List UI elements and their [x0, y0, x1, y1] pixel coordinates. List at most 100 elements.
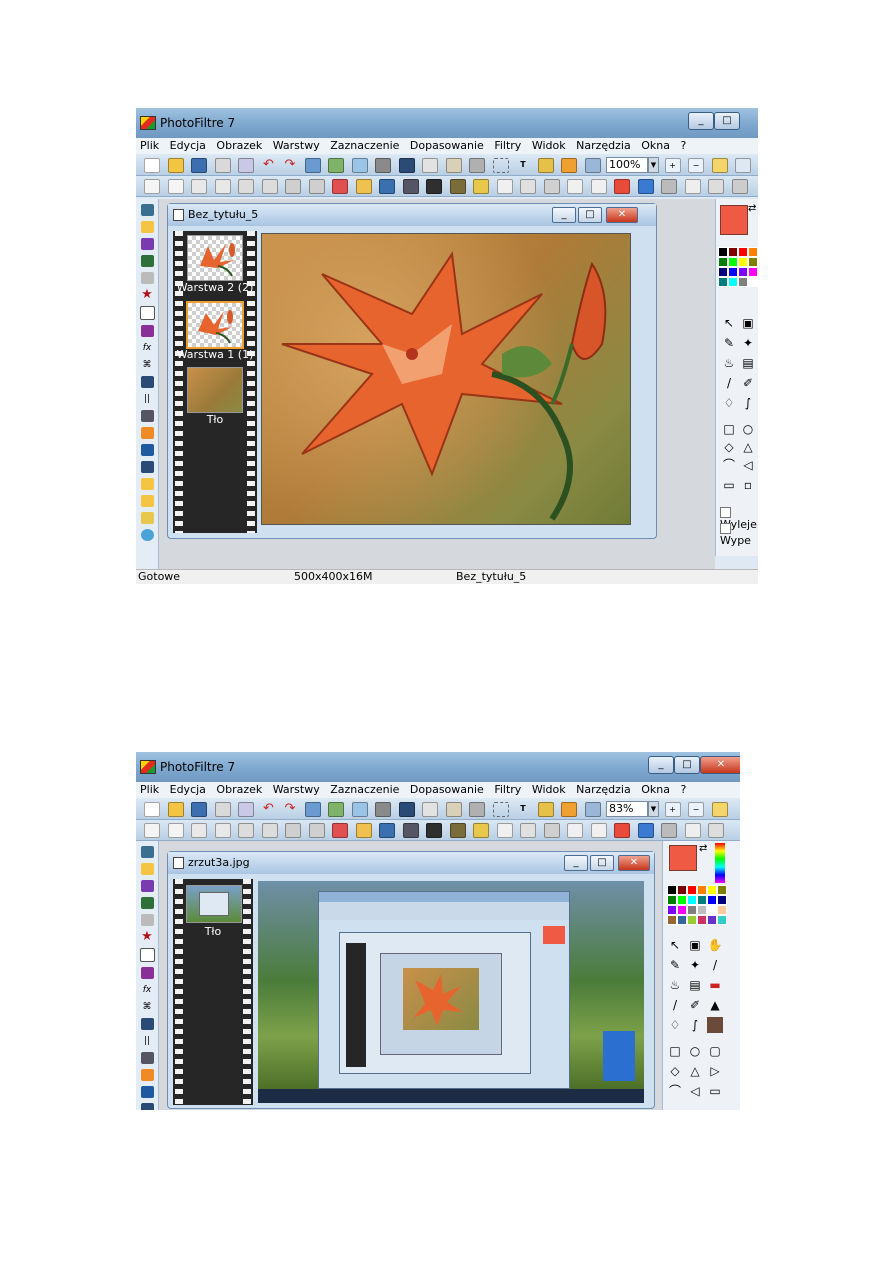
zoom-dropdown-icon[interactable]: ▼	[648, 801, 659, 817]
fit-window-icon[interactable]	[711, 802, 728, 817]
explorer-icon[interactable]	[140, 863, 154, 875]
copy-icon[interactable]	[304, 802, 321, 817]
red-filter-icon[interactable]	[614, 823, 630, 838]
doc-maximize-button[interactable]: □	[590, 855, 614, 871]
menu-widok[interactable]: Widok	[532, 783, 566, 796]
histogram-icon[interactable]	[379, 823, 395, 838]
swap-colors-icon[interactable]: ⇄	[748, 203, 756, 214]
zoom-in-icon[interactable]: +	[664, 158, 681, 173]
rectangle-tool-icon[interactable]: □	[667, 1043, 683, 1059]
red-filter-icon[interactable]	[614, 179, 630, 194]
gradient-icon[interactable]	[140, 325, 154, 337]
contrast-up-icon[interactable]	[238, 179, 254, 194]
drop-tool-icon[interactable]: ♢	[721, 395, 737, 411]
maximize-button[interactable]: □	[714, 112, 740, 130]
texture-icon[interactable]	[661, 179, 677, 194]
image-canvas-desktop-screenshot[interactable]	[258, 881, 644, 1103]
pattern-checkbox-row[interactable]: Wype	[720, 521, 758, 547]
pattern-icon[interactable]: ⌘	[141, 359, 154, 371]
texture-icon[interactable]	[661, 823, 677, 838]
eraser-icon[interactable]: ▬	[707, 977, 723, 993]
auto-contrast-icon[interactable]	[167, 179, 184, 194]
zoom-dropdown-icon[interactable]: ▼	[648, 157, 659, 173]
color-palette[interactable]	[718, 247, 758, 287]
minimize-button[interactable]: _	[688, 112, 714, 130]
triangle-tool-icon[interactable]: △	[740, 439, 756, 455]
mirror-icon[interactable]	[708, 179, 724, 194]
polygon-tool-icon[interactable]: ◁	[740, 457, 756, 473]
sepia-icon[interactable]	[449, 823, 466, 838]
batch-icon[interactable]	[140, 914, 154, 926]
hue-strip[interactable]	[715, 843, 725, 883]
auto-contrast-icon[interactable]	[167, 823, 184, 838]
frame-icon[interactable]	[637, 823, 654, 838]
sharpen-icon[interactable]	[543, 179, 560, 194]
html-save-icon[interactable]	[140, 1018, 154, 1030]
move-tool-icon[interactable]: ▣	[687, 937, 703, 953]
smudge-icon[interactable]: ∫	[740, 395, 756, 411]
frame-icon[interactable]	[637, 179, 654, 194]
paste-icon[interactable]	[328, 158, 344, 173]
background-layer-thumbnail[interactable]	[186, 885, 242, 923]
flip-icon[interactable]	[684, 823, 701, 838]
pointer-tool-icon[interactable]: ↖	[721, 315, 737, 331]
image-canvas[interactable]	[261, 233, 631, 525]
ellipse-tool-icon[interactable]: ○	[740, 421, 756, 437]
menu-dopasowanie[interactable]: Dopasowanie	[410, 139, 484, 152]
layer-thumbnail[interactable]	[187, 235, 243, 281]
menu-filtry[interactable]: Filtry	[494, 783, 521, 796]
magic-wand-icon[interactable]: ✦	[740, 335, 756, 351]
maximize-button[interactable]: □	[674, 756, 700, 774]
color-picker-icon[interactable]	[140, 238, 154, 250]
brightness-up-icon[interactable]	[191, 823, 207, 838]
rectangle-tool-icon[interactable]: □	[721, 421, 737, 437]
doc-close-button[interactable]: ✕	[618, 855, 650, 871]
drop-tool-icon[interactable]: ♢	[667, 1017, 683, 1033]
diamond-tool-icon[interactable]: ◇	[721, 439, 737, 455]
lasso-tool-icon[interactable]: ⌒	[667, 1083, 683, 1099]
brush-icon[interactable]: /	[721, 375, 737, 391]
move-tool-icon[interactable]: ▣	[740, 315, 756, 331]
zoom-field[interactable]: 100%	[606, 157, 648, 173]
hand-tool-icon[interactable]: ✋	[707, 937, 723, 953]
effects-icon[interactable]	[561, 158, 577, 173]
sharpen-icon[interactable]	[543, 823, 560, 838]
spray-icon[interactable]: ▤	[740, 355, 756, 371]
zoom-out-icon[interactable]: −	[688, 158, 704, 173]
background-layer-thumbnail[interactable]	[187, 367, 243, 413]
mosaic-icon[interactable]	[473, 179, 489, 194]
menu-warstwy[interactable]: Warstwy	[273, 783, 320, 796]
menu-narzedzia[interactable]: Narzędzia	[576, 783, 631, 796]
calculator-icon[interactable]	[140, 204, 154, 216]
menu-help[interactable]: ?	[680, 783, 686, 796]
menu-edycja[interactable]: Edycja	[170, 139, 206, 152]
smudge-icon[interactable]: ∫	[687, 1017, 703, 1033]
redo-icon[interactable]: ↷	[283, 802, 297, 815]
open-folder-icon[interactable]	[167, 802, 184, 817]
menu-okna[interactable]: Okna	[641, 783, 670, 796]
zoom-in-icon[interactable]: +	[664, 802, 681, 817]
globe-icon[interactable]	[140, 529, 154, 541]
drop-icon[interactable]	[567, 823, 583, 838]
contrast-down-icon[interactable]	[261, 179, 278, 194]
star-icon[interactable]: ★	[141, 288, 154, 301]
contrast-up-icon[interactable]	[238, 823, 254, 838]
html-save-icon[interactable]	[140, 376, 154, 388]
fullscreen-icon[interactable]	[584, 802, 601, 817]
sepia-icon[interactable]	[449, 179, 466, 194]
print-icon[interactable]	[214, 158, 231, 173]
foreground-color-swatch[interactable]	[720, 205, 748, 235]
saturation-down-icon[interactable]	[308, 179, 325, 194]
fit-window-icon[interactable]	[711, 158, 728, 173]
explorer-icon[interactable]	[140, 221, 154, 233]
mirror-icon[interactable]	[708, 823, 724, 838]
film-icon[interactable]	[140, 1052, 154, 1064]
html-export-icon[interactable]	[140, 461, 154, 473]
grayscale-icon[interactable]	[402, 179, 419, 194]
columns-icon[interactable]: ||	[141, 1035, 154, 1047]
saturation-down-icon[interactable]	[308, 823, 325, 838]
mosaic-icon[interactable]	[473, 823, 489, 838]
lasso-tool-icon[interactable]: ⌒	[721, 457, 737, 473]
paste-icon[interactable]	[328, 802, 344, 817]
menu-zaznaczenie[interactable]: Zaznaczenie	[330, 139, 399, 152]
